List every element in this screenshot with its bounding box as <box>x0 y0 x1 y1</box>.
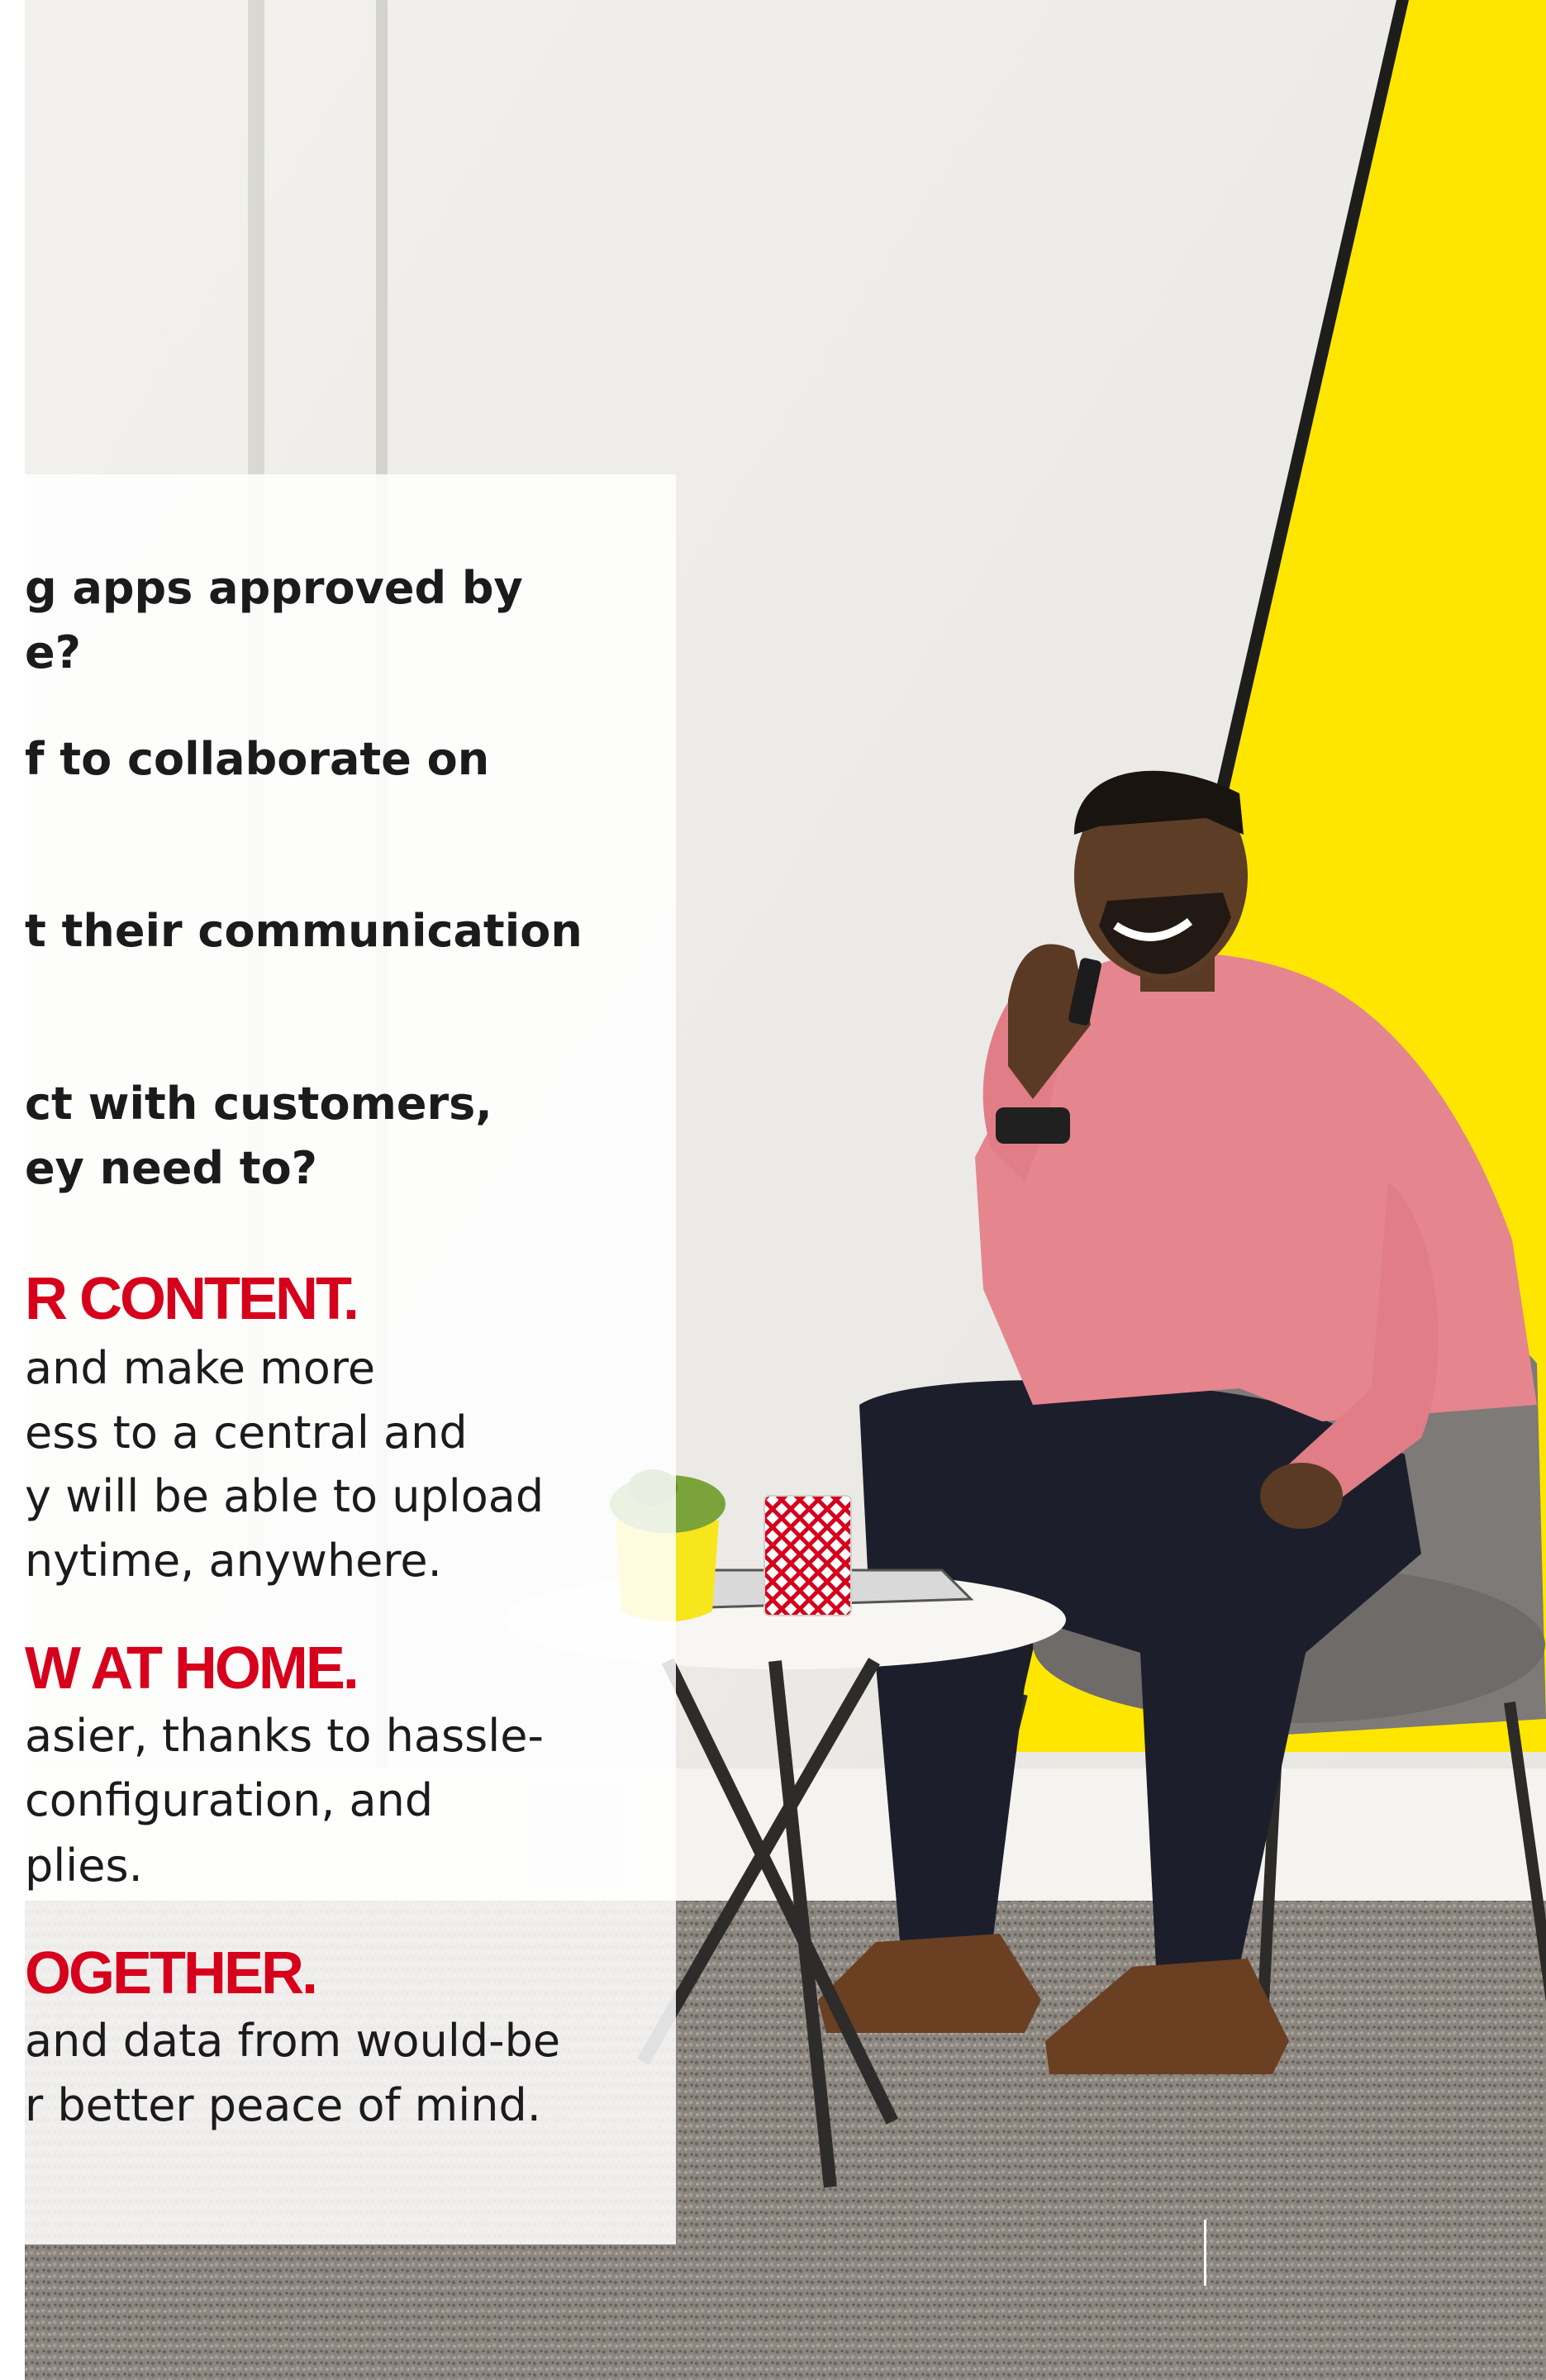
section-together-body-line: r better peace of mind. <box>25 2079 541 2131</box>
section-home-body-line: asier, thanks to hassle- <box>25 1710 544 1762</box>
question-2-line-1: f to collaborate on <box>25 733 490 785</box>
man-hand <box>1260 1463 1343 1529</box>
question-1-line-2: e? <box>25 626 81 678</box>
question-1-line-1: g apps approved by <box>25 562 523 614</box>
section-together-body-line: and data from would-be <box>25 2015 561 2067</box>
section-home-body-line: plies. <box>25 1840 143 1892</box>
section-home-body-line: configuration, and <box>25 1774 434 1826</box>
section-content-body-line: y will be able to upload <box>25 1470 545 1522</box>
page-divider-line <box>1204 2220 1206 2286</box>
left-margin-strip <box>0 0 25 2380</box>
section-heading-content: R CONTENT. <box>25 1266 359 1332</box>
question-3-line-1: t their communication <box>25 905 583 957</box>
section-content-body-line: and make more <box>25 1342 376 1394</box>
section-heading-together: OGETHER. <box>25 1940 318 2006</box>
question-4-line-2: ey need to? <box>25 1142 318 1194</box>
section-content-body-line: ess to a central and <box>25 1407 468 1459</box>
text-panel: g apps approved by e? f to collaborate o… <box>25 474 676 2244</box>
section-content-body-line: nytime, anywhere. <box>25 1535 442 1587</box>
section-heading-home: W AT HOME. <box>25 1635 359 1702</box>
mug-icon <box>763 1495 852 1616</box>
wristwatch-icon <box>996 1107 1070 1144</box>
question-4-line-1: ct with customers, <box>25 1078 492 1130</box>
